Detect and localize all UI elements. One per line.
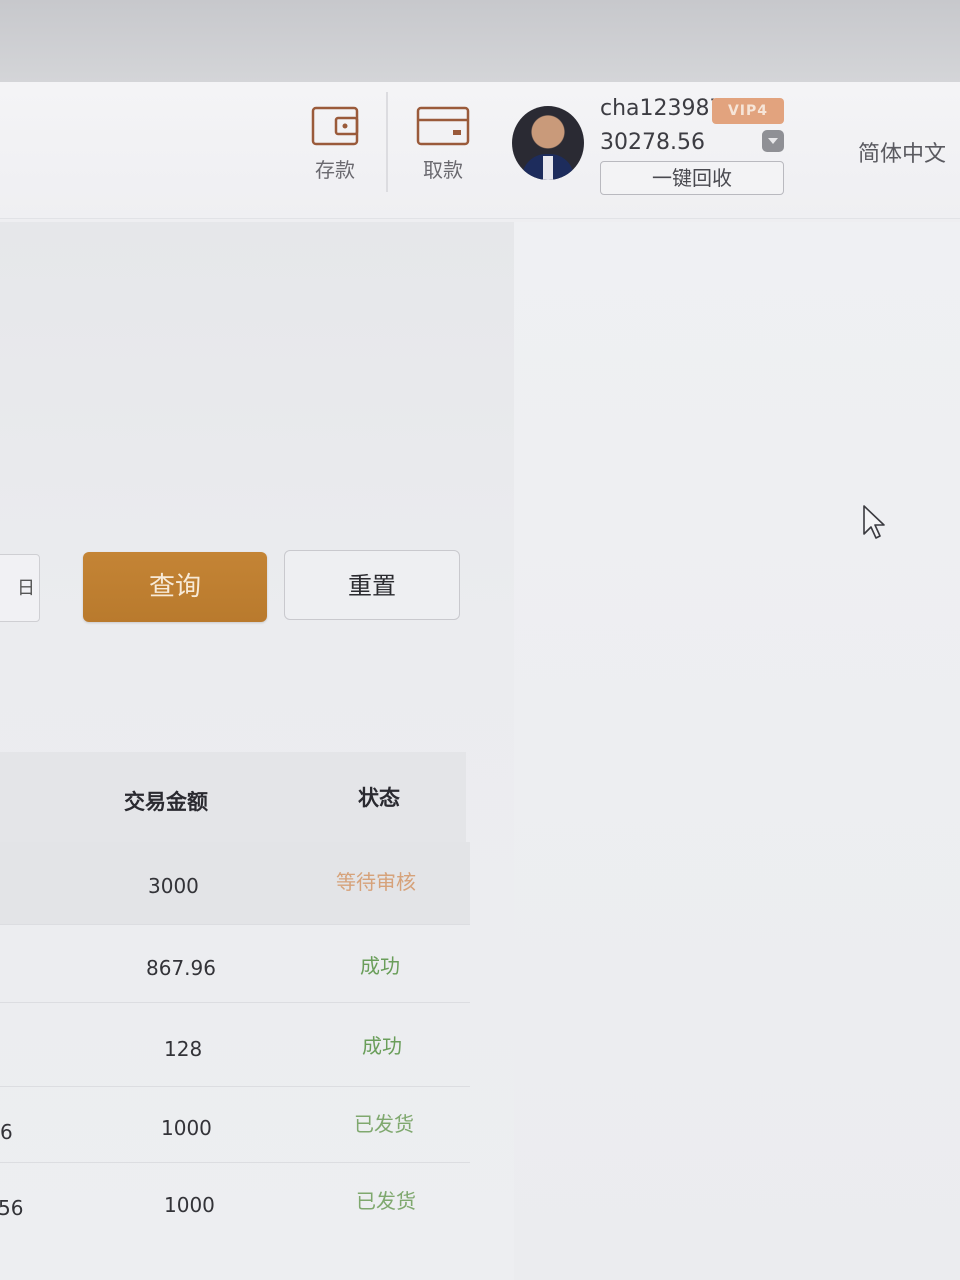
amount-cell: 867.96 <box>146 956 216 980</box>
deposit-label: 存款 <box>315 158 355 182</box>
amount-cell: 128 <box>164 1037 203 1061</box>
card-icon <box>416 106 470 146</box>
column-header-amount: 交易金额 <box>124 790 208 814</box>
balance-value: 30278.56 <box>600 130 705 155</box>
avatar[interactable] <box>512 106 584 180</box>
content-right-area <box>514 222 960 1280</box>
withdraw-label: 取款 <box>423 158 463 182</box>
column-header-status: 状态 <box>358 786 400 810</box>
chevron-down-icon[interactable] <box>762 130 784 152</box>
mouse-pointer-icon <box>863 505 885 539</box>
one-click-recycle-button[interactable]: 一键回收 <box>600 161 784 195</box>
date-end-input[interactable]: 日 <box>0 554 40 622</box>
status-cell: 已发货 <box>354 1112 414 1136</box>
amount-cell: 3000 <box>148 874 199 898</box>
top-header <box>0 82 960 219</box>
status-cell: 成功 <box>362 1034 402 1058</box>
screen: 存款 取款 cha123987 VIP4 30278.56 一键回收 简体中文 … <box>0 0 960 1280</box>
amount-cell: 1000 <box>161 1116 212 1140</box>
withdraw-button[interactable]: 取款 <box>408 104 478 183</box>
language-selector[interactable]: 简体中文 <box>858 136 946 168</box>
username: cha123987 <box>600 96 724 121</box>
amount-cell: 1000 <box>164 1193 215 1217</box>
row-left-fragment: 6 <box>0 1120 13 1144</box>
query-button[interactable]: 查询 <box>83 552 267 622</box>
deposit-button[interactable]: 存款 <box>300 104 370 183</box>
status-cell: 已发货 <box>356 1189 416 1213</box>
row-left-fragment: 56 <box>0 1196 24 1220</box>
vip-badge: VIP4 <box>712 98 784 124</box>
status-cell: 等待审核 <box>336 870 416 894</box>
wallet-icon <box>311 106 359 146</box>
screen-top-band <box>0 0 960 82</box>
avatar-shirt <box>543 156 553 180</box>
header-divider <box>386 92 388 192</box>
status-cell: 成功 <box>360 954 400 978</box>
reset-button[interactable]: 重置 <box>284 550 460 620</box>
